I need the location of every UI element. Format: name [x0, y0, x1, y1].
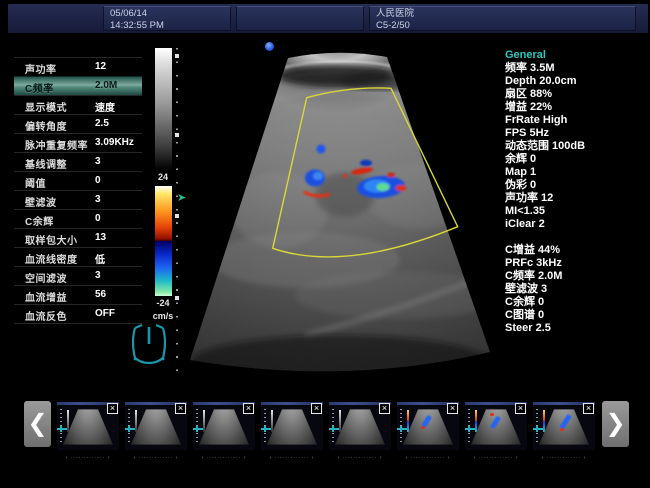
- thumbnail-3[interactable]: ×: [193, 402, 255, 450]
- param-c-map: C图谱 0: [505, 309, 648, 322]
- param-row-baseline[interactable]: 基线调整3: [14, 152, 142, 171]
- thumb-marker-icon: [125, 428, 135, 430]
- param-iclear: iClear 2: [505, 218, 648, 231]
- param-row-threshold[interactable]: 阈值0: [14, 171, 142, 190]
- thumbnail-8[interactable]: ×: [533, 402, 595, 450]
- depth-ruler-mark: [175, 133, 179, 137]
- param-c-gain: C增益 44%: [505, 244, 648, 257]
- thumb-flow-red: [560, 428, 564, 431]
- thumbnail-caption: ‹ ··-···-···-·· ›: [397, 454, 459, 462]
- thumb-colorbar: [407, 410, 409, 432]
- body-mark-icon: [127, 320, 171, 368]
- color-doppler-bar: [155, 186, 172, 296]
- grayscale-bar: [155, 48, 172, 170]
- thumbnail-close-icon[interactable]: ×: [379, 403, 390, 414]
- thumb-marker-icon: [465, 428, 475, 430]
- depth-ruler-mark: [175, 296, 179, 300]
- thumbnail-7[interactable]: ×: [465, 402, 527, 450]
- thumbnail-next-button[interactable]: ❯: [602, 401, 629, 447]
- param-mi: MI<1.35: [505, 205, 648, 218]
- param-row-wall-filter[interactable]: 壁滤波3: [14, 190, 142, 209]
- param-row-flow-gain[interactable]: 血流增益56: [14, 285, 142, 304]
- thumbnail-close-icon[interactable]: ×: [515, 403, 526, 414]
- thumbnail-4[interactable]: ×: [261, 402, 323, 450]
- param-pseudo-color: 伪彩 0: [505, 179, 648, 192]
- param-row-prf[interactable]: 脉冲重复频率3.09KHz: [14, 133, 142, 152]
- param-row-c-persistence[interactable]: C余辉0: [14, 209, 142, 228]
- depth-ruler-mark: [175, 54, 179, 58]
- thumb-image: [335, 406, 385, 448]
- thumb-marker-icon: [533, 428, 543, 430]
- thumbnail-caption: ‹ ··-···-···-·· ›: [329, 454, 391, 462]
- thumbnail-close-icon[interactable]: ×: [243, 403, 254, 414]
- thumb-flow-red: [421, 426, 425, 429]
- thumbnail-prev-button[interactable]: ❮: [24, 401, 51, 447]
- thumbnail-caption: ‹ ··-···-···-·· ›: [193, 454, 255, 462]
- thumb-image: [471, 406, 521, 448]
- thumbnail-caption: ‹ ··-···-···-·· ›: [261, 454, 323, 462]
- thumbnail-5[interactable]: ×: [329, 402, 391, 450]
- depth-ruler-mark: [175, 214, 179, 218]
- param-row-line-density[interactable]: 血流线密度低: [14, 247, 142, 266]
- thumb-marker-icon: [193, 428, 203, 430]
- thumb-marker-icon: [329, 428, 339, 430]
- thumb-marker-icon: [397, 428, 407, 430]
- param-steer: Steer 2.5: [505, 322, 648, 335]
- thumb-colorbar: [475, 410, 477, 432]
- param-row-acoustic-power[interactable]: 声功率12: [14, 57, 142, 76]
- top-status-bar: 05/06/14 14:32:55 PM 人民医院 C5-2/50: [8, 4, 648, 33]
- parameter-menu: 声功率12 C频率2.0M 显示模式速度 偏转角度2.5 脉冲重复频率3.09K…: [0, 57, 146, 324]
- param-depth: Depth 20.0cm: [505, 75, 648, 88]
- thumb-image: [267, 406, 317, 448]
- hospital-probe-display: 人民医院 C5-2/50: [369, 6, 636, 31]
- ultrasound-image[interactable]: [185, 45, 495, 378]
- thumbnail-caption: ‹ ··-···-···-·· ›: [57, 454, 119, 462]
- thumbnail-6[interactable]: ×: [397, 402, 459, 450]
- thumbnail-2[interactable]: ×: [125, 402, 187, 450]
- depth-ruler: [176, 48, 178, 374]
- thumb-image: [403, 406, 453, 448]
- thumb-image: [131, 406, 181, 448]
- param-persistence: 余辉 0: [505, 153, 648, 166]
- param-gain: 增益 22%: [505, 101, 648, 114]
- thumb-image: [199, 406, 249, 448]
- thumbnail-close-icon[interactable]: ×: [583, 403, 594, 414]
- thumbnail-close-icon[interactable]: ×: [107, 403, 118, 414]
- param-row-flow-invert[interactable]: 血流反色OFF: [14, 304, 142, 324]
- param-map: Map 1: [505, 166, 648, 179]
- param-c-frequency: C频率 2.0M: [505, 270, 648, 283]
- param-frame-rate: FrRate High: [505, 114, 648, 127]
- preset-title: General: [505, 49, 648, 62]
- param-row-c-frequency-selected[interactable]: C频率2.0M: [14, 76, 142, 95]
- velocity-max-label: 24: [146, 172, 180, 182]
- thumb-marker-icon: [261, 428, 271, 430]
- thumbnail-close-icon[interactable]: ×: [311, 403, 322, 414]
- param-wall-filter: 壁滤波 3: [505, 283, 648, 296]
- param-fps: FPS 5Hz: [505, 127, 648, 140]
- datetime-display: 05/06/14 14:32:55 PM: [103, 6, 231, 31]
- param-row-packet-size[interactable]: 取样包大小13: [14, 228, 142, 247]
- param-prfc: PRFc 3kHz: [505, 257, 648, 270]
- param-row-spatial-filter[interactable]: 空间滤波3: [14, 266, 142, 285]
- thumb-colorbar: [543, 410, 545, 432]
- thumbnail-close-icon[interactable]: ×: [447, 403, 458, 414]
- param-acoustic-power: 声功率 12: [505, 192, 648, 205]
- param-c-persistence: C余辉 0: [505, 296, 648, 309]
- thumbnail-caption: ‹ ··-···-···-·· ›: [533, 454, 595, 462]
- thumbnail-caption: ‹ ··-···-···-·· ›: [465, 454, 527, 462]
- thumb-image: [63, 406, 113, 448]
- param-row-display-mode[interactable]: 显示模式速度: [14, 95, 142, 114]
- thumbnail-1[interactable]: ×: [57, 402, 119, 450]
- param-dynamic-range: 动态范围 100dB: [505, 140, 648, 153]
- imaging-parameters-panel: General 频率 3.5M Depth 20.0cm 扇区 88% 增益 2…: [505, 49, 648, 335]
- param-row-steer-angle[interactable]: 偏转角度2.5: [14, 114, 142, 133]
- thumb-graybar: [67, 410, 69, 432]
- thumbnail-close-icon[interactable]: ×: [175, 403, 186, 414]
- param-sector: 扇区 88%: [505, 88, 648, 101]
- thumbnail-caption: ‹ ··-···-···-·· ›: [125, 454, 187, 462]
- thumb-flow-red: [490, 413, 494, 416]
- param-frequency: 频率 3.5M: [505, 62, 648, 75]
- thumb-marker-icon: [57, 428, 67, 430]
- patient-info-box: [236, 6, 364, 31]
